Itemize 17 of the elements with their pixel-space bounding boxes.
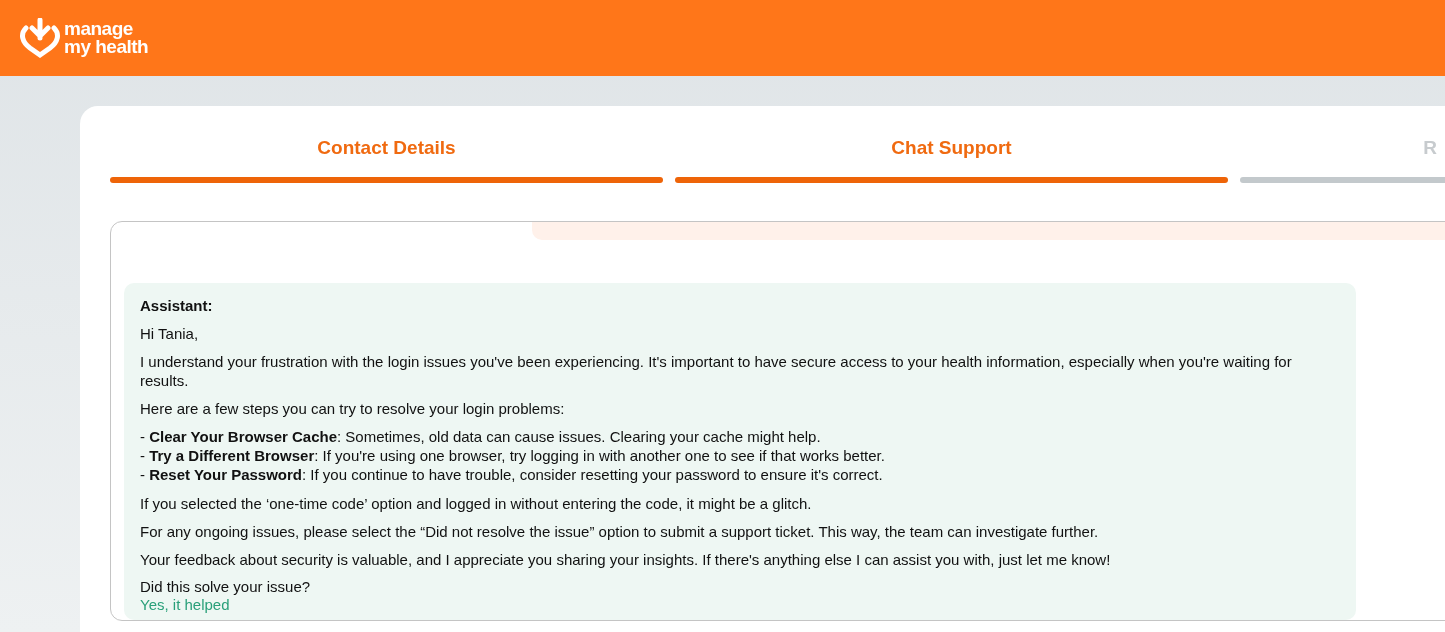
message-text: For any ongoing issues, please select the “Did not resolve the issue” option to submit a support ticket. This way, the team can investigate further. (140, 522, 1100, 541)
heart-icon (18, 18, 62, 58)
answer-link[interactable]: Yes, it helped (140, 596, 230, 613)
message-text: I understand your frustration with the login issues you've been experiencing. It's important to have secure access to your health information, especially when you're waiting for results. (140, 352, 1293, 390)
list-item: - Try a Different Browser: If you're using one browser, try logging in with another one to see if that works better. (140, 446, 886, 465)
list-item: - Reset Your Password: If you continue to have trouble, consider resetting your password to ensure it's correct. (140, 465, 884, 484)
step-tab[interactable]: Contact Details (317, 134, 456, 159)
sender-name: Assistant: (140, 297, 214, 314)
message-text: Hi Tania, (140, 324, 200, 343)
message-text: Here are a few steps you can try to resolve your login problems: (140, 399, 566, 418)
message-text: If you selected the ‘one-time code’ option and logged in without entering the code, it might be a glitch. (140, 494, 813, 513)
question-text: Did this solve your issue? (140, 578, 312, 596)
list-item: - Clear Your Browser Cache: Sometimes, old data can cause issues. Clearing your cache might help. (140, 427, 822, 446)
step-tab[interactable]: Chat Support (891, 134, 1012, 159)
step-tab[interactable]: R (1423, 134, 1437, 159)
logo-link[interactable]: manage my health (18, 18, 149, 58)
message-text: Your feedback about security is valuable, and I appreciate you sharing your insights. If there's anything else I can assist you with, just let me know! (140, 550, 1112, 569)
